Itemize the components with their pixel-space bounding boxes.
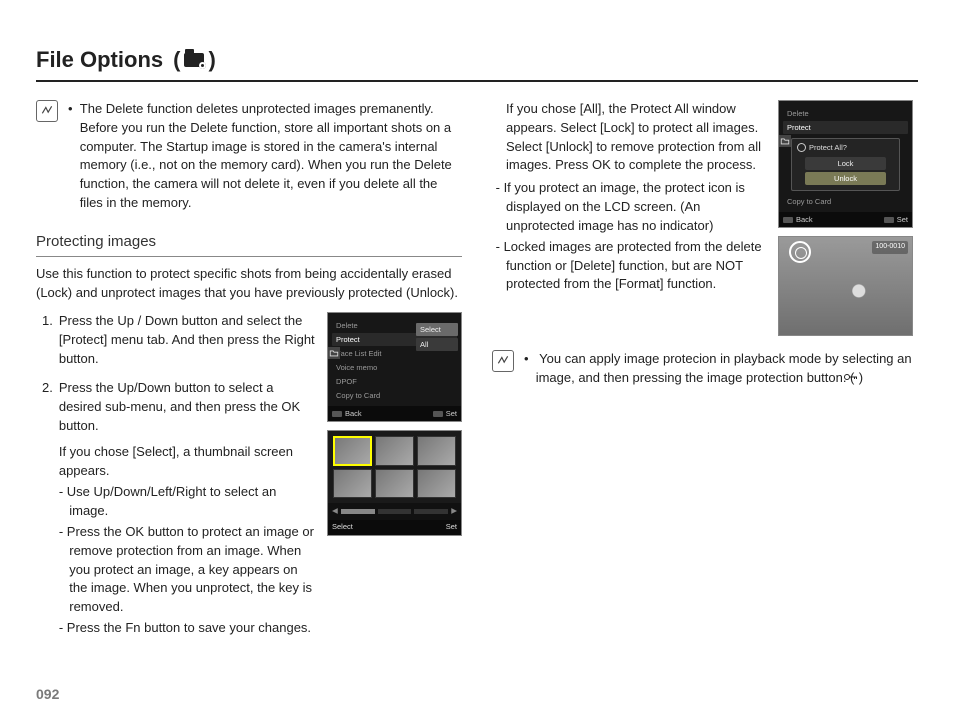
- thumbs-footer-set: Set: [446, 522, 457, 533]
- step-2b: Use Up/Down/Left/Right to select an imag…: [59, 483, 317, 521]
- step-2d: Press the Fn button to save your changes…: [59, 619, 317, 638]
- right-column: If you chose [All], the Protect All wind…: [492, 100, 918, 648]
- folder-tab-icon: [328, 347, 340, 359]
- note-icon: [492, 350, 514, 372]
- menu-item-dpof: DPOF: [332, 375, 457, 388]
- thumb-cell: [417, 436, 456, 465]
- lcd2-footer-back: Back: [783, 215, 813, 224]
- page-title: File Options: [36, 44, 163, 76]
- key-icon: [854, 369, 858, 388]
- pager-page: [378, 509, 412, 514]
- thumbs-footer-select: Select: [332, 522, 353, 533]
- all-intro: If you chose [All], the Protect All wind…: [492, 100, 762, 175]
- page-number: 092: [36, 684, 59, 704]
- pager-left-icon: ◀: [332, 506, 338, 517]
- delete-note-text: The Delete function deletes unprotected …: [68, 100, 462, 213]
- side-opt-all: All: [416, 338, 458, 351]
- lcd-side-panel: Select All: [416, 323, 458, 353]
- left-media-stack: Delete Protect Face List Edit Voice memo…: [327, 312, 462, 535]
- title-paren: (): [173, 44, 216, 76]
- step-2-text: Press the Up/Down button to select a des…: [59, 379, 317, 436]
- step-1-num: 1.: [42, 312, 53, 369]
- protect-all-dialog: Protect All? Lock Unlock: [791, 138, 900, 192]
- pager-right-icon: ▶: [451, 506, 457, 517]
- section-intro: Use this function to protect specific sh…: [36, 265, 462, 303]
- page-title-row: File Options (): [36, 44, 918, 82]
- step-1: 1. Press the Up / Down button and select…: [42, 312, 317, 369]
- lcd-footer-back: Back: [332, 409, 362, 418]
- step-2a: If you chose [Select], a thumbnail scree…: [59, 443, 317, 481]
- step-2c: Press the OK button to protect an image …: [59, 523, 317, 617]
- thumb-cell: [375, 469, 414, 498]
- menu-item-copytocard: Copy to Card: [783, 195, 908, 208]
- thumb-cell: [417, 469, 456, 498]
- dialog-unlock: Unlock: [805, 172, 886, 185]
- step-1-text: Press the Up / Down button and select th…: [59, 312, 317, 369]
- folder-gear-icon: [184, 53, 204, 67]
- playback-note-text: You can apply image protecion in playbac…: [524, 350, 918, 388]
- protected-photo: 100-0010: [778, 236, 913, 336]
- dialog-lock: Lock: [805, 157, 886, 170]
- lcd-thumbnail-screen: ◀ ▶ Select Set: [327, 430, 462, 535]
- note-icon: [36, 100, 58, 122]
- protect-indicator-circle: [789, 241, 811, 263]
- photo-filename: 100-0010: [872, 241, 908, 253]
- section-heading: Protecting images: [36, 231, 462, 257]
- menu-item-voicememo: Voice memo: [332, 361, 457, 374]
- lcd2-footer-set: Set: [884, 215, 908, 224]
- lcd-protect-menu: Delete Protect Face List Edit Voice memo…: [327, 312, 462, 422]
- dialog-title: Protect All?: [795, 142, 896, 156]
- lcd-protect-all: Delete Protect Protect All? Lock Unlock …: [778, 100, 913, 229]
- menu-item-copytocard: Copy to Card: [332, 389, 457, 402]
- pager-page: [414, 509, 448, 514]
- side-opt-select: Select: [416, 323, 458, 336]
- playback-note: You can apply image protecion in playbac…: [492, 350, 918, 388]
- thumb-cell: [333, 436, 372, 465]
- delete-note: The Delete function deletes unprotected …: [36, 100, 462, 213]
- right-dash-1: If you protect an image, the protect ico…: [492, 179, 762, 236]
- pager-page: [341, 509, 375, 514]
- folder-tab-icon: [779, 135, 791, 147]
- menu-item-protect: Protect: [783, 121, 908, 134]
- left-column: The Delete function deletes unprotected …: [36, 100, 462, 648]
- thumb-cell: [333, 469, 372, 498]
- thumb-cell: [375, 436, 414, 465]
- menu-item-delete: Delete: [783, 107, 908, 120]
- right-dash-2: Locked images are protected from the del…: [492, 238, 762, 295]
- lcd-footer-set: Set: [433, 409, 457, 418]
- step-2-num: 2.: [42, 379, 53, 638]
- step-2: 2. Press the Up/Down button to select a …: [42, 379, 317, 638]
